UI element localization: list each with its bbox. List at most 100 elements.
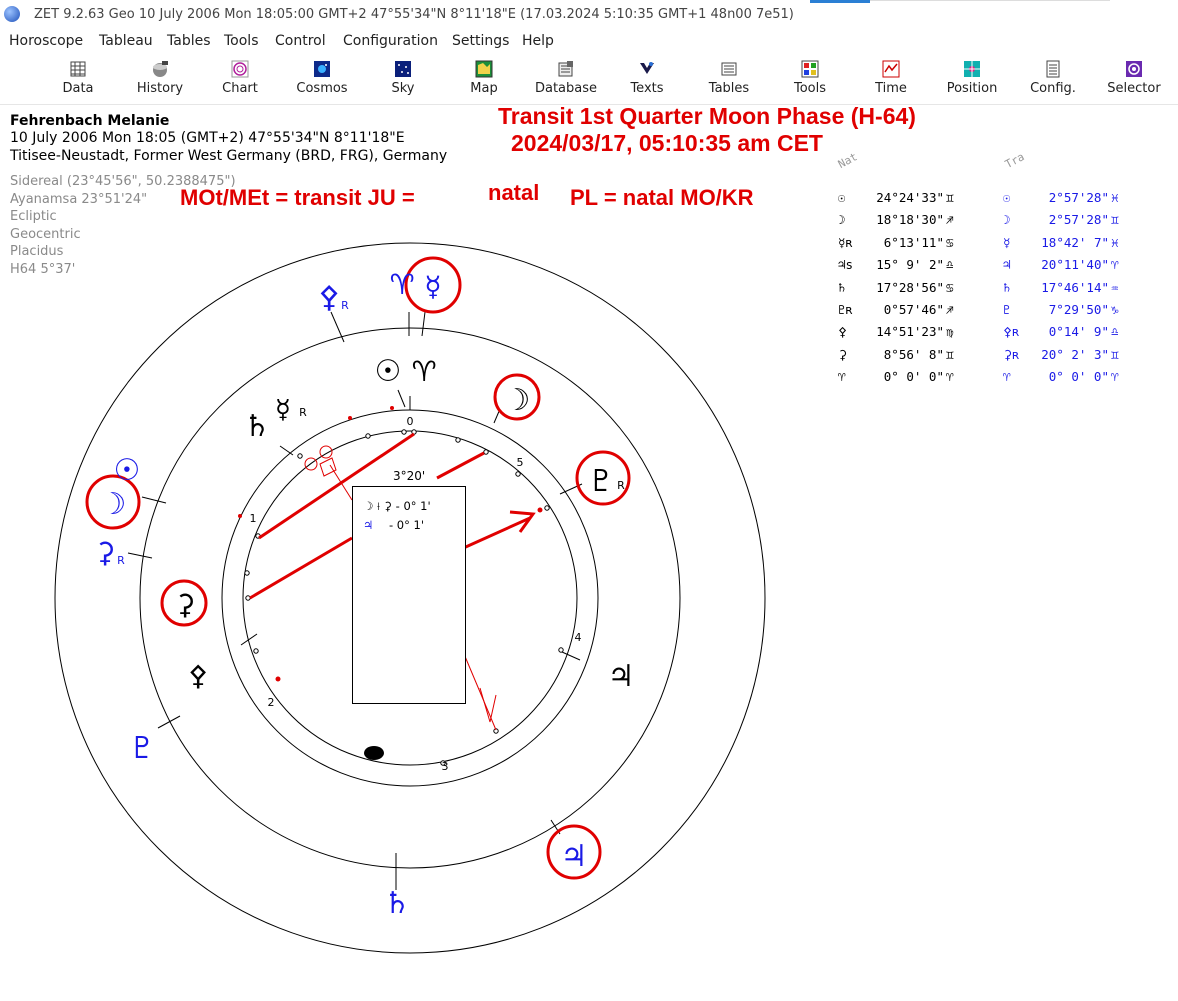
transit-planet-glyph: ⚳ʀ	[1003, 346, 1020, 362]
natal-planet-glyph: ☽	[504, 383, 531, 418]
toolbar-selector-button[interactable]: Selector	[1099, 56, 1169, 102]
texts-icon	[640, 62, 654, 74]
popup-row-2-glyph: ♃	[363, 518, 374, 532]
transit-column-header: Tra	[1002, 150, 1027, 171]
menu-help[interactable]: Help	[522, 33, 554, 49]
transit-row: ☿ 18°42' 7" ♓	[1003, 235, 1119, 250]
tick-line	[397, 389, 406, 408]
transit-position-value: 2°57'28"	[1048, 190, 1109, 205]
menu-configuration[interactable]: Configuration	[343, 33, 438, 49]
transit-sign-glyph: ♓	[1111, 234, 1119, 250]
popup-row-2-value: - 0° 1'	[388, 518, 424, 532]
app-logo-icon	[4, 6, 20, 22]
transit-planet-glyph: ♃	[561, 839, 588, 874]
popup-row-1: ☽ ⟊ ⚳ - 0° 1'	[363, 499, 431, 513]
transit-planet-glyph: ♃	[1003, 257, 1011, 273]
menu-tools[interactable]: Tools	[224, 33, 259, 49]
menu-horoscope[interactable]: Horoscope	[9, 33, 83, 49]
natal-planet-glyph: ⚳	[838, 346, 848, 362]
natal-planet-glyph: ♇ʀ	[838, 302, 854, 317]
person-place: Titisee-Neustadt, Former West Germany (B…	[10, 148, 448, 164]
natal-sign-glyph: ♐	[946, 212, 954, 228]
transit-position-value: 17°46'14"	[1041, 279, 1109, 295]
toolbar-texts-button[interactable]: Texts	[612, 56, 682, 102]
transit-sign-glyph: ♊	[1111, 346, 1119, 362]
natal-planet-glyph: ♇	[588, 464, 615, 499]
natal-row: ♄ 17°28'56" ♋	[838, 280, 954, 295]
transit-planet-glyph: ⚴	[318, 280, 340, 315]
natal-planet-glyph: ♃s	[838, 257, 854, 273]
transit-position-value: 2°57'28"	[1048, 212, 1109, 228]
annotation-title-2: 2024/03/17, 05:10:35 am CET	[511, 130, 823, 156]
tick-line	[421, 311, 426, 337]
natal-row: ☽ 18°18'30" ♐	[838, 212, 954, 227]
transit-row: ♇ 7°29'50" ♑	[1003, 302, 1119, 317]
menu-tableau[interactable]: Tableau	[99, 33, 153, 49]
popup-row-2: ♃ - 0° 1'	[363, 518, 424, 532]
tab-divider	[870, 0, 1110, 1]
person-datetime: 10 July 2006 Mon 18:05 (GMT+2) 47°55'34"…	[10, 130, 405, 146]
natal-sign-glyph: ♊	[946, 346, 954, 362]
natal-position-value: 6°13'11"	[883, 234, 944, 250]
toolbar-tools-button[interactable]: Tools	[775, 56, 845, 102]
tick-line	[127, 552, 153, 559]
setting-house-system: Placidus	[10, 244, 64, 259]
house-number: 3	[442, 760, 449, 773]
transit-row: ♄ 17°46'14" ♒	[1003, 280, 1119, 295]
toolbar-map-button[interactable]: Map	[449, 56, 519, 102]
transit-planet-glyph: ☉	[1003, 190, 1011, 205]
menu-settings[interactable]: Settings	[452, 33, 509, 49]
natal-sign-glyph: ♊	[946, 190, 954, 205]
aspect-popup: ☽ ⟊ ⚳ - 0° 1' ♃ - 0° 1'	[352, 486, 466, 704]
house-number: 1	[250, 512, 257, 525]
natal-row: ⚳ 8°56' 8" ♊	[838, 347, 954, 362]
retrograde-marker: R	[341, 299, 349, 312]
window-title: ZET 9.2.63 Geo 10 July 2006 Mon 18:05:00…	[34, 7, 794, 22]
tick-line	[279, 445, 294, 456]
natal-planet-glyph: ⚴	[838, 324, 848, 340]
natal-position-value: 0° 0' 0"	[883, 369, 944, 385]
horoscope-info: Fehrenbach Melanie 10 July 2006 Mon 18:0…	[10, 113, 447, 165]
transit-planet-glyph: ⚳	[95, 536, 116, 569]
transit-sign-glyph: ♊	[1111, 212, 1119, 228]
tick-line	[157, 715, 181, 729]
tick-line	[240, 633, 258, 646]
natal-position-value: 17°28'56"	[876, 279, 944, 295]
toolbar-sky-button[interactable]: Sky	[368, 56, 438, 102]
tick-line	[550, 819, 561, 835]
toolbar-chart-button[interactable]: Chart	[205, 56, 275, 102]
transit-row: ⚳ʀ 20° 2' 3" ♊	[1003, 347, 1119, 362]
toolbar-history-button[interactable]: History	[125, 56, 195, 102]
menu-bar: Horoscope Tableau Tables Tools Control C…	[0, 30, 1178, 52]
data-grid-icon	[70, 61, 86, 77]
tick-line	[141, 496, 167, 504]
menu-tables[interactable]: Tables	[167, 33, 211, 49]
setting-harmonic: H64 5°37'	[10, 261, 76, 277]
sky-icon	[395, 61, 411, 77]
planet-marker	[440, 760, 446, 766]
toolbar-position-button[interactable]: Position	[937, 56, 1007, 102]
transit-sign-glyph: ♈	[1111, 257, 1119, 273]
natal-position-value: 15° 9' 2"	[876, 257, 944, 273]
transit-sign-glyph: ♈	[1111, 369, 1119, 385]
natal-planet-glyph: ☿ʀ	[838, 234, 854, 250]
transit-position-value: 0° 0' 0"	[1048, 369, 1109, 385]
planet-marker	[544, 505, 550, 511]
house-number: 0	[407, 415, 414, 428]
transit-sign-glyph: ♎	[1111, 324, 1119, 340]
toolbar-config-button[interactable]: Config.	[1018, 56, 1088, 102]
toolbar-database-button[interactable]: Database	[531, 56, 601, 102]
toolbar-tables-button[interactable]: Tables	[694, 56, 764, 102]
toolbar-data-button[interactable]: Data	[43, 56, 113, 102]
natal-position-value: 14°51'23"	[876, 324, 944, 340]
title-bar: ZET 9.2.63 Geo 10 July 2006 Mon 18:05:00…	[0, 0, 1178, 30]
menu-control[interactable]: Control	[275, 33, 326, 49]
transit-planet-glyph: ⚴ʀ	[1003, 324, 1020, 340]
toolbar-time-button[interactable]: Time	[856, 56, 926, 102]
toolbar-cosmos-button[interactable]: Cosmos	[287, 56, 357, 102]
tick-line	[330, 311, 345, 343]
natal-sign-glyph: ♍	[946, 324, 954, 340]
transit-planet-glyph: ☿	[1003, 234, 1011, 250]
history-icon	[153, 61, 168, 77]
house-number: 4	[575, 631, 582, 644]
